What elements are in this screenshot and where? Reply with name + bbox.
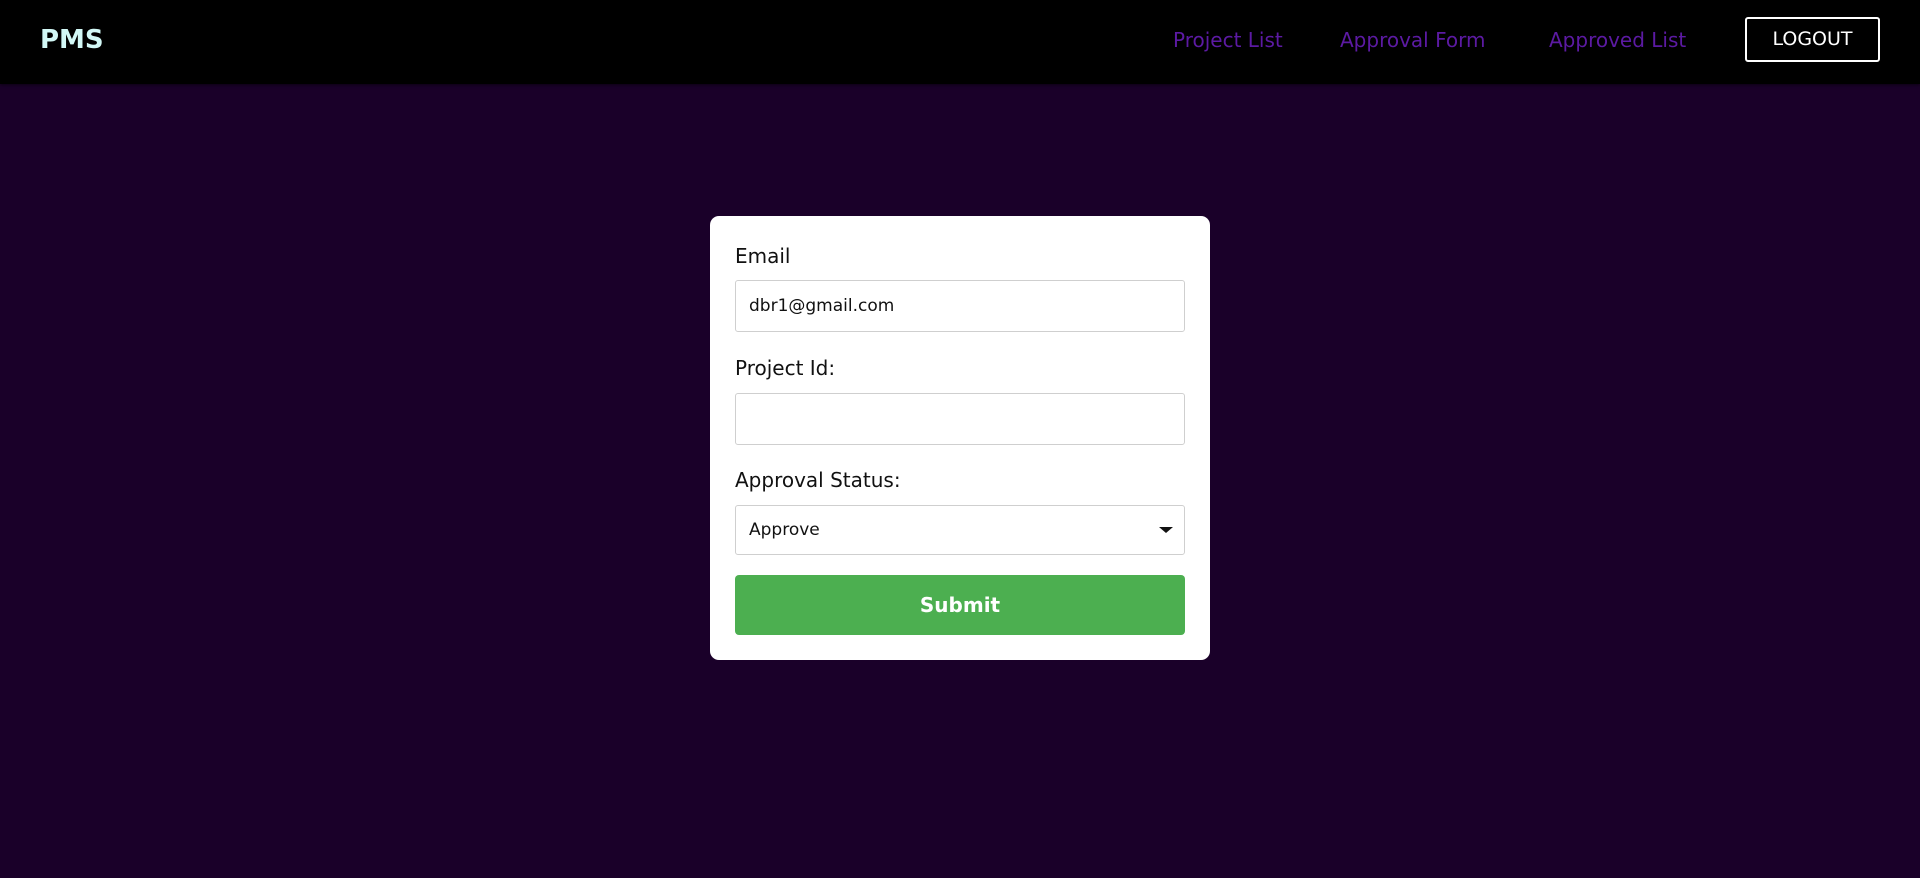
navbar: PMS Project List Approval Form Approved … — [0, 0, 1920, 84]
approval-status-label: Approval Status: — [735, 468, 901, 492]
brand-logo[interactable]: PMS — [40, 24, 104, 56]
nav-link-project-list[interactable]: Project List — [1173, 26, 1283, 54]
nav-link-approved-list[interactable]: Approved List — [1549, 26, 1686, 54]
email-label: Email — [735, 244, 791, 268]
approval-form-card: Email Project Id: Approval Status: Appro… — [710, 216, 1210, 660]
approval-status-select[interactable]: Approve — [735, 505, 1185, 555]
submit-button[interactable]: Submit — [735, 575, 1185, 635]
project-id-label: Project Id: — [735, 356, 836, 380]
nav-link-approval-form[interactable]: Approval Form — [1340, 26, 1485, 54]
email-input[interactable] — [735, 280, 1185, 332]
caret-down-icon — [1159, 527, 1173, 533]
approval-status-selected-value: Approve — [749, 520, 820, 540]
project-id-input[interactable] — [735, 393, 1185, 445]
logout-button[interactable]: LOGOUT — [1745, 17, 1880, 62]
